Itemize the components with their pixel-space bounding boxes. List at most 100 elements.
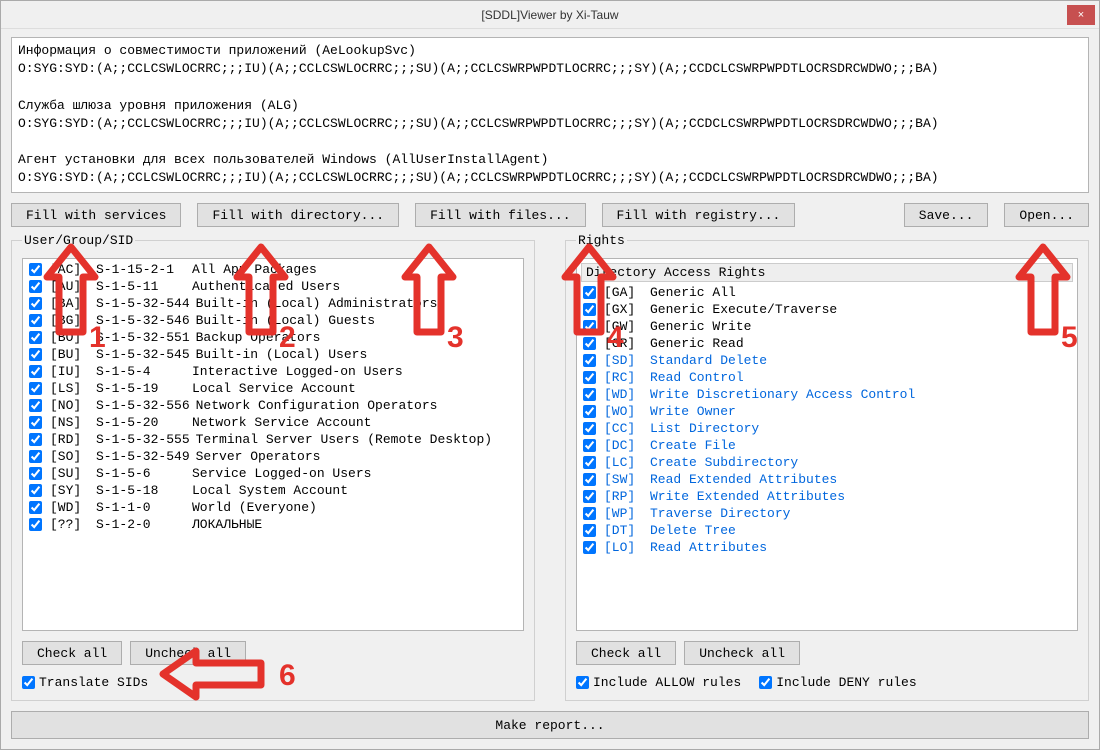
- list-item[interactable]: [GX]Generic Execute/Traverse: [581, 301, 1073, 318]
- left-check-all-button[interactable]: Check all: [22, 641, 122, 665]
- include-allow-checkbox[interactable]: [576, 676, 589, 689]
- list-item[interactable]: [BA]S-1-5-32-544Built-in (Local) Adminis…: [27, 295, 519, 312]
- fill-services-button[interactable]: Fill with services: [11, 203, 181, 227]
- list-item-checkbox[interactable]: [29, 382, 42, 395]
- rights-list[interactable]: Directory Access Rights[GA]Generic All[G…: [576, 258, 1078, 631]
- list-item-checkbox[interactable]: [583, 371, 596, 384]
- list-item-checkbox[interactable]: [29, 365, 42, 378]
- list-item[interactable]: [IU]S-1-5-4Interactive Logged-on Users: [27, 363, 519, 380]
- list-item[interactable]: [SY]S-1-5-18Local System Account: [27, 482, 519, 499]
- list-item-checkbox[interactable]: [583, 507, 596, 520]
- right-code: [LC]: [604, 455, 644, 470]
- sid-value: S-1-5-32-556: [96, 398, 190, 413]
- rights-panel: Rights Directory Access Rights[GA]Generi…: [565, 233, 1089, 701]
- list-item-checkbox[interactable]: [29, 467, 42, 480]
- sid-value: S-1-5-32-551: [96, 330, 190, 345]
- list-item-checkbox[interactable]: [29, 433, 42, 446]
- right-code: [GX]: [604, 302, 644, 317]
- list-item[interactable]: [NO]S-1-5-32-556Network Configuration Op…: [27, 397, 519, 414]
- list-item[interactable]: [RP]Write Extended Attributes: [581, 488, 1073, 505]
- open-button[interactable]: Open...: [1004, 203, 1089, 227]
- titlebar: [SDDL]Viewer by Xi-Tauw ×: [1, 1, 1099, 29]
- right-code: [GA]: [604, 285, 644, 300]
- list-item-checkbox[interactable]: [29, 297, 42, 310]
- list-item[interactable]: [DT]Delete Tree: [581, 522, 1073, 539]
- include-deny-checkbox[interactable]: [759, 676, 772, 689]
- translate-sids-label[interactable]: Translate SIDs: [22, 675, 148, 690]
- right-desc: Generic Read: [650, 336, 744, 351]
- list-item-checkbox[interactable]: [583, 473, 596, 486]
- list-item-checkbox[interactable]: [29, 518, 42, 531]
- list-item-checkbox[interactable]: [29, 263, 42, 276]
- list-item[interactable]: [LC]Create Subdirectory: [581, 454, 1073, 471]
- list-item[interactable]: [SU]S-1-5-6Service Logged-on Users: [27, 465, 519, 482]
- list-item-checkbox[interactable]: [583, 422, 596, 435]
- list-item[interactable]: [GA] Generic All: [581, 284, 1073, 301]
- right-check-all-button[interactable]: Check all: [576, 641, 676, 665]
- list-item[interactable]: [WD]S-1-1-0World (Everyone): [27, 499, 519, 516]
- list-item-checkbox[interactable]: [29, 501, 42, 514]
- list-item[interactable]: [BU]S-1-5-32-545Built-in (Local) Users: [27, 346, 519, 363]
- list-item[interactable]: [SD]Standard Delete: [581, 352, 1073, 369]
- list-item-checkbox[interactable]: [583, 456, 596, 469]
- right-uncheck-all-button[interactable]: Uncheck all: [684, 641, 800, 665]
- include-allow-label[interactable]: Include ALLOW rules: [576, 675, 741, 690]
- list-item-checkbox[interactable]: [583, 303, 596, 316]
- list-item-checkbox[interactable]: [29, 348, 42, 361]
- list-item[interactable]: [GW]Generic Write: [581, 318, 1073, 335]
- list-item-checkbox[interactable]: [29, 314, 42, 327]
- list-item[interactable]: [BO]S-1-5-32-551Backup Operators: [27, 329, 519, 346]
- save-button[interactable]: Save...: [904, 203, 989, 227]
- right-desc: Generic Write: [650, 319, 751, 334]
- fill-files-button[interactable]: Fill with files...: [415, 203, 585, 227]
- list-item[interactable]: [BG]S-1-5-32-546Built-in (Local) Guests: [27, 312, 519, 329]
- list-item[interactable]: [AU]S-1-5-11Authenticated Users: [27, 278, 519, 295]
- left-panel-buttons: Check all Uncheck all: [22, 641, 524, 665]
- sid-value: S-1-5-18: [96, 483, 186, 498]
- list-item[interactable]: [RC]Read Control: [581, 369, 1073, 386]
- make-report-button[interactable]: Make report...: [11, 711, 1089, 739]
- list-item-checkbox[interactable]: [583, 405, 596, 418]
- list-item[interactable]: [AC]S-1-15-2-1All App Packages: [27, 261, 519, 278]
- translate-sids-checkbox[interactable]: [22, 676, 35, 689]
- list-item-checkbox[interactable]: [583, 490, 596, 503]
- right-panel-buttons: Check all Uncheck all: [576, 641, 1078, 665]
- list-item[interactable]: [RD]S-1-5-32-555Terminal Server Users (R…: [27, 431, 519, 448]
- list-item-checkbox[interactable]: [29, 416, 42, 429]
- list-item-checkbox[interactable]: [583, 286, 596, 299]
- list-item[interactable]: [DC]Create File: [581, 437, 1073, 454]
- list-item[interactable]: [GR]Generic Read: [581, 335, 1073, 352]
- list-item-checkbox[interactable]: [29, 280, 42, 293]
- list-item[interactable]: [WO]Write Owner: [581, 403, 1073, 420]
- list-item-checkbox[interactable]: [29, 484, 42, 497]
- list-item[interactable]: [WD]Write Discretionary Access Control: [581, 386, 1073, 403]
- list-item-checkbox[interactable]: [583, 354, 596, 367]
- list-item-checkbox[interactable]: [583, 337, 596, 350]
- list-item[interactable]: [WP]Traverse Directory: [581, 505, 1073, 522]
- include-deny-label[interactable]: Include DENY rules: [759, 675, 916, 690]
- close-button[interactable]: ×: [1067, 5, 1095, 25]
- rights-section-header: Directory Access Rights: [581, 263, 1073, 282]
- list-item[interactable]: [SO]S-1-5-32-549Server Operators: [27, 448, 519, 465]
- list-item-checkbox[interactable]: [583, 439, 596, 452]
- list-item-checkbox[interactable]: [29, 331, 42, 344]
- list-item-checkbox[interactable]: [29, 399, 42, 412]
- sddl-textarea[interactable]: [11, 37, 1089, 193]
- left-uncheck-all-button[interactable]: Uncheck all: [130, 641, 246, 665]
- sid-desc: Terminal Server Users (Remote Desktop): [196, 432, 492, 447]
- fill-directory-button[interactable]: Fill with directory...: [197, 203, 399, 227]
- list-item[interactable]: [??]S-1-2-0ЛОКАЛЬНЫЕ: [27, 516, 519, 533]
- list-item[interactable]: [CC]List Directory: [581, 420, 1073, 437]
- user-sid-list[interactable]: [AC]S-1-15-2-1All App Packages[AU]S-1-5-…: [22, 258, 524, 631]
- fill-registry-button[interactable]: Fill with registry...: [602, 203, 796, 227]
- list-item-checkbox[interactable]: [583, 524, 596, 537]
- list-item-checkbox[interactable]: [29, 450, 42, 463]
- list-item[interactable]: [LS]S-1-5-19Local Service Account: [27, 380, 519, 397]
- right-desc: Generic All: [650, 285, 736, 300]
- list-item-checkbox[interactable]: [583, 388, 596, 401]
- list-item[interactable]: [LO]Read Attributes: [581, 539, 1073, 556]
- list-item[interactable]: [SW]Read Extended Attributes: [581, 471, 1073, 488]
- list-item-checkbox[interactable]: [583, 320, 596, 333]
- list-item-checkbox[interactable]: [583, 541, 596, 554]
- list-item[interactable]: [NS]S-1-5-20Network Service Account: [27, 414, 519, 431]
